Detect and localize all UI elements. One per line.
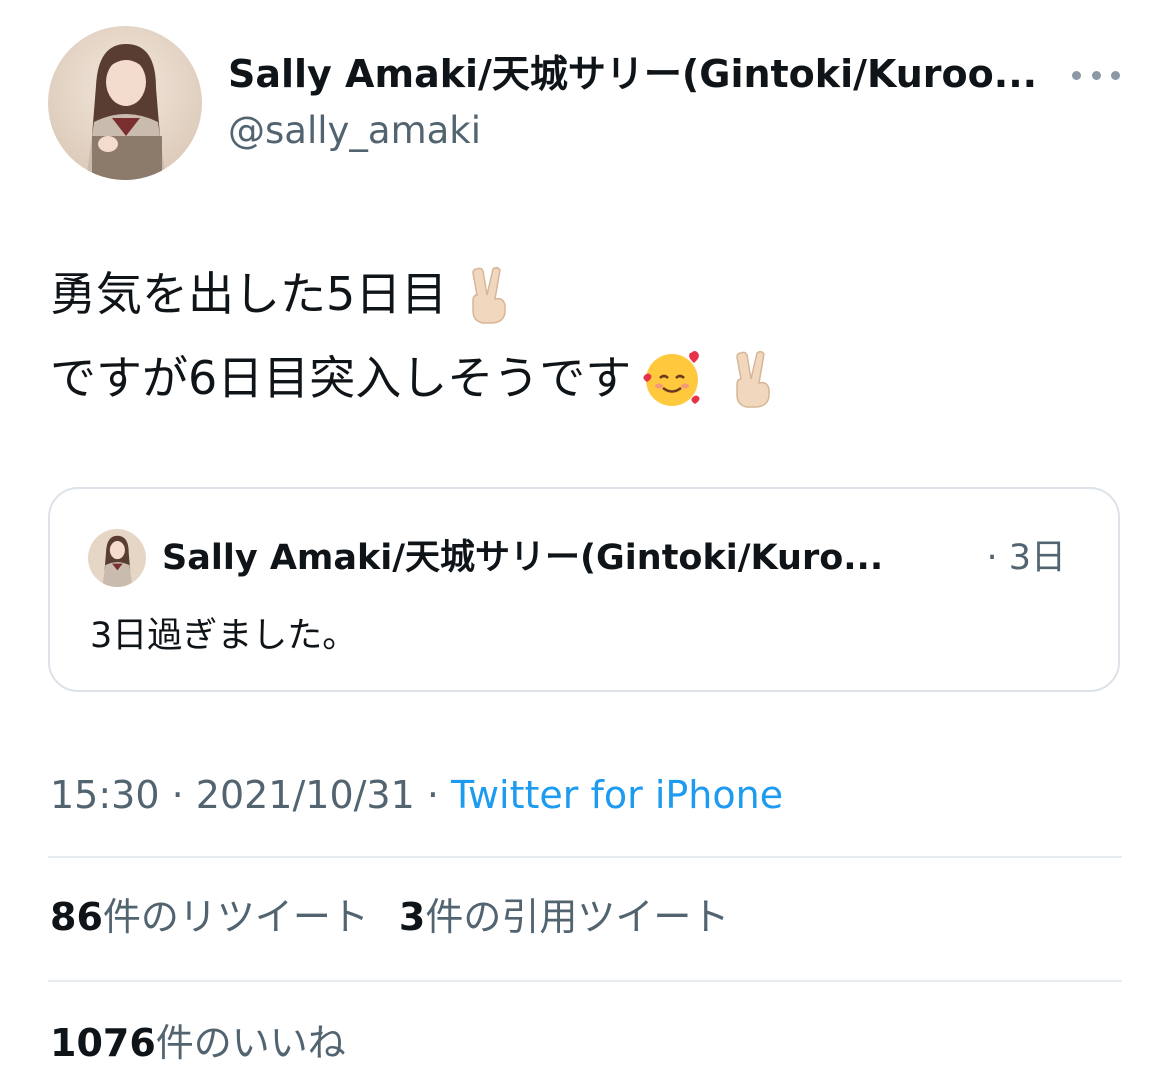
tweet-meta: 15:30 · 2021/10/31 · Twitter for iPhone [50,770,783,820]
tweet-text-line: 勇気を出した5日目 [50,252,1110,336]
quoted-tweet-time: · 3日 [986,538,1066,578]
quoted-author-avatar [88,529,146,587]
author-avatar[interactable] [48,26,202,180]
likes-stat[interactable]: 1076件のいいね [50,1021,346,1065]
tweet-text-line-2: ですが6日目突入しそうです [50,351,632,405]
tweet-text-line-1: 勇気を出した5日目 [50,267,448,321]
tweet-text-line: ですが6日目突入しそうです [50,336,1110,420]
victory-hand-icon [472,266,507,324]
divider [48,856,1122,858]
quoted-tweet-text: 3日過ぎました。 [90,616,358,656]
author-display-name[interactable]: Sally Amaki/天城サリー(Gintoki/Kuroo... [228,50,1058,98]
divider [48,980,1122,982]
smiling-face-with-hearts-icon [643,351,700,406]
quoted-tweet-card[interactable]: Sally Amaki/天城サリー(Gintoki/Kuro... · 3日 3… [48,487,1120,692]
retweets-label: 件のリツイート [102,895,369,939]
more-dot [1091,70,1101,80]
quotes-stat[interactable]: 3件の引用ツイート [399,895,729,939]
quoted-author-name: Sally Amaki/天城サリー(Gintoki/Kuro... [162,538,884,578]
retweets-count: 86 [50,895,103,939]
victory-hand-icon [736,350,771,408]
tweet-time: 15:30 [50,773,160,817]
quotes-count: 3 [398,895,426,939]
tweet-source-link[interactable]: Twitter for iPhone [451,773,783,817]
tweet-date: 2021/10/31 [195,773,415,817]
meta-separator: · [159,773,196,817]
retweet-stats-row: 86件のリツイート 3件の引用ツイート [50,892,729,942]
tweet-text: 勇気を出した5日目 ですが6日目突入しそうです [50,252,1110,420]
meta-separator: · [414,773,452,817]
more-options-icon[interactable] [1072,60,1120,90]
likes-count: 1076 [50,1021,156,1065]
more-dot [1111,70,1120,80]
likes-label: 件のいいね [155,1021,346,1065]
retweets-stat[interactable]: 86件のリツイート [50,895,369,939]
more-dot [1072,70,1081,80]
quotes-label: 件の引用ツイート [425,895,730,939]
likes-stats-row: 1076件のいいね [50,1018,346,1068]
author-handle[interactable]: @sally_amaki [228,108,481,154]
